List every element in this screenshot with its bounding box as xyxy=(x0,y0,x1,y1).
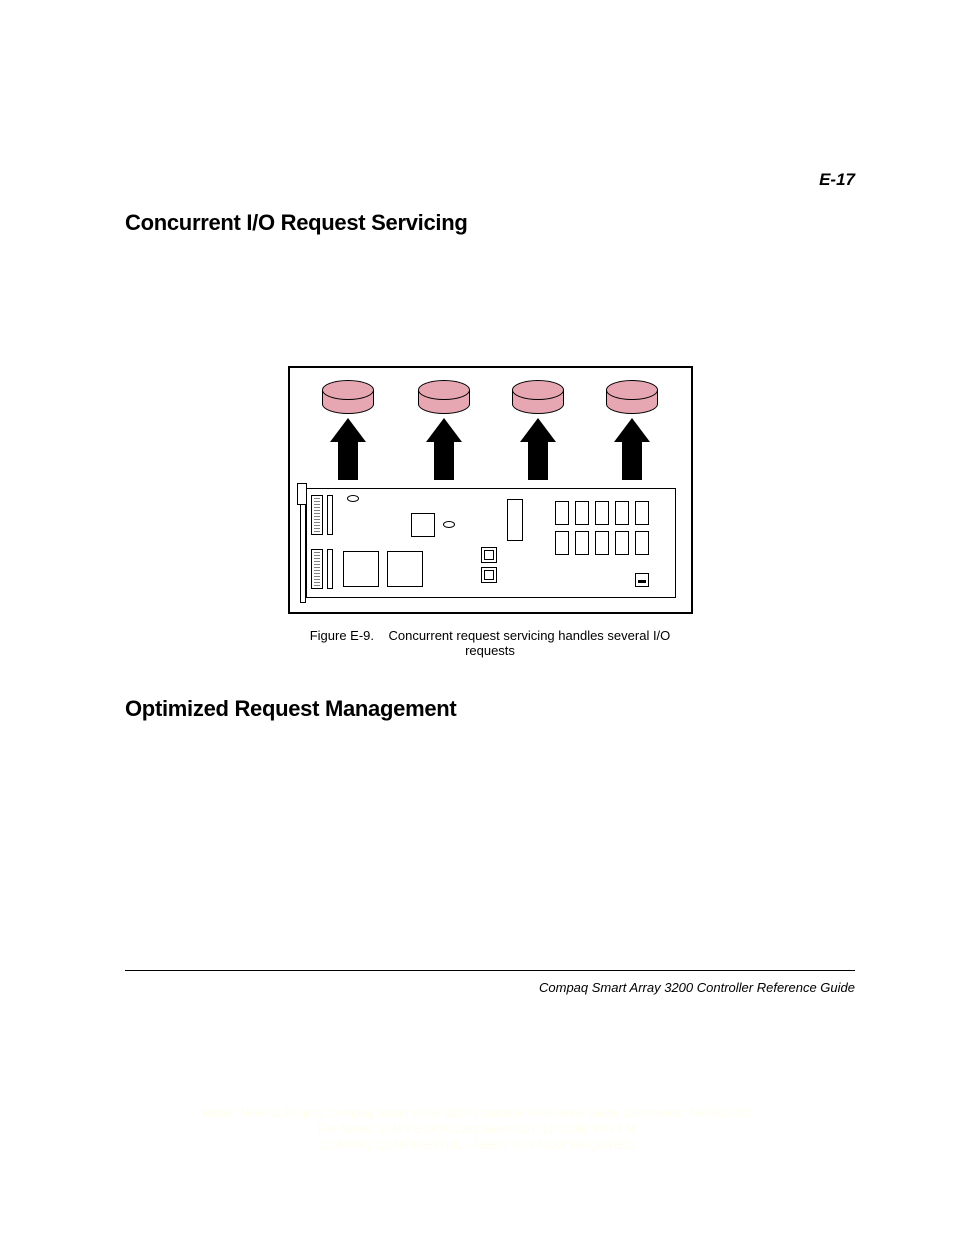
riser-icon xyxy=(327,549,333,589)
disk-icon xyxy=(606,380,658,410)
figure-e9: Figure E-9. Concurrent request servicing… xyxy=(288,366,693,658)
hidden-imprint: Writer: Melissa Project: Compaq Smart Ar… xyxy=(0,1105,954,1154)
arrow-up-icon xyxy=(330,418,366,480)
scsi-connector-icon xyxy=(311,495,323,535)
chip-icon xyxy=(387,551,423,587)
pci-bracket-icon xyxy=(297,485,307,603)
orientation-mark-icon xyxy=(347,495,359,502)
memory-sockets-icon xyxy=(555,501,649,555)
chip-pair-icon xyxy=(481,547,497,587)
orientation-mark-icon xyxy=(443,521,455,528)
heading-concurrent-io: Concurrent I/O Request Servicing xyxy=(125,210,855,236)
disk-icon xyxy=(512,380,564,410)
imprint-line: File Name: L-APPE.DOC Last Saved On: 12/… xyxy=(0,1121,954,1137)
disk-icon xyxy=(418,380,470,410)
disk-icon xyxy=(322,380,374,410)
imprint-line: COMPAQ CONFIDENTIAL - NEED TO KNOW REQUI… xyxy=(0,1137,954,1153)
arrow-up-icon xyxy=(520,418,556,480)
riser-icon xyxy=(327,495,333,535)
page-number: E-17 xyxy=(819,170,855,190)
figure-caption: Figure E-9. Concurrent request servicing… xyxy=(288,628,693,658)
figure-label: Figure E-9. xyxy=(310,628,374,643)
heading-optimized-request: Optimized Request Management xyxy=(125,696,855,722)
footer-title: Compaq Smart Array 3200 Controller Refer… xyxy=(539,980,855,995)
chip-icon xyxy=(507,499,523,541)
figure-caption-text: Concurrent request servicing handles sev… xyxy=(388,628,670,658)
controller-board-icon xyxy=(306,488,676,598)
figure-diagram xyxy=(288,366,693,614)
scsi-connector-icon xyxy=(311,549,323,589)
chip-icon xyxy=(343,551,379,587)
battery-icon xyxy=(635,573,649,587)
arrow-up-icon xyxy=(614,418,650,480)
footer-rule xyxy=(125,970,855,971)
chip-icon xyxy=(411,513,435,537)
imprint-line: Writer: Melissa Project: Compaq Smart Ar… xyxy=(0,1105,954,1121)
arrow-up-icon xyxy=(426,418,462,480)
